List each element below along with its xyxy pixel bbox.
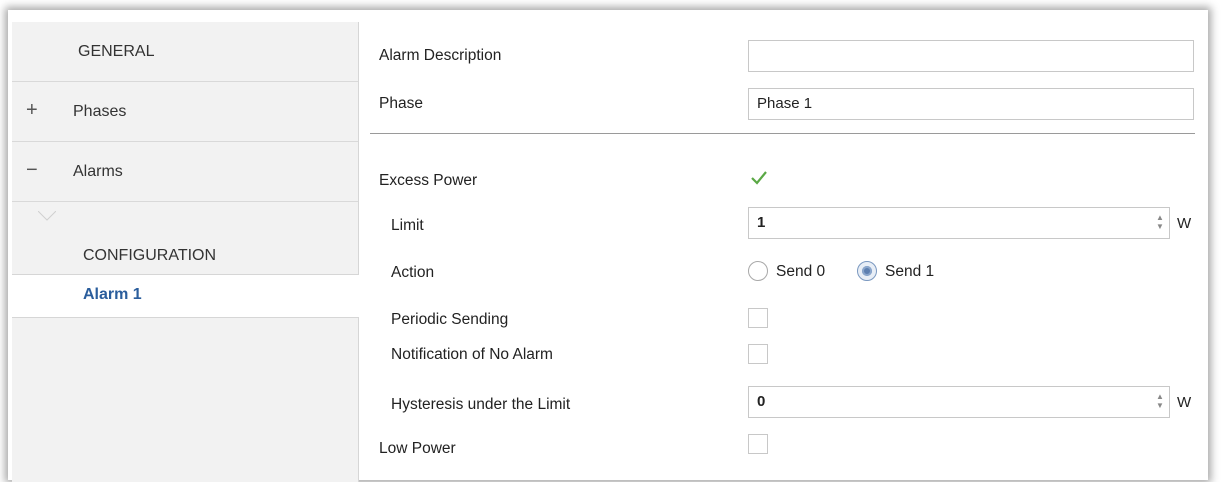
hysteresis-unit: W — [1177, 394, 1192, 411]
radio-send-0[interactable] — [748, 261, 768, 281]
action-label: Action — [391, 264, 435, 281]
limit-unit: W — [1177, 215, 1192, 232]
low-power-checkbox[interactable] — [748, 434, 768, 454]
spinner-arrows-icon[interactable]: ▲ ▼ — [1155, 392, 1165, 412]
hysteresis-value: 0 — [757, 393, 766, 410]
notification-no-alarm-label: Notification of No Alarm — [391, 346, 553, 363]
limit-value: 1 — [757, 214, 766, 231]
limit-input[interactable]: 1 ▲ ▼ — [748, 207, 1170, 239]
hysteresis-input[interactable]: 0 ▲ ▼ — [748, 386, 1170, 418]
settings-panel: Alarm Description Phase Phase 1 Excess P… — [0, 0, 1229, 469]
radio-send-0-label: Send 0 — [776, 263, 826, 280]
hysteresis-label: Hysteresis under the Limit — [391, 396, 571, 413]
periodic-sending-checkbox[interactable] — [748, 308, 768, 328]
limit-label: Limit — [391, 217, 424, 234]
periodic-sending-label: Periodic Sending — [391, 311, 509, 328]
radio-send-1[interactable] — [857, 261, 877, 281]
excess-power-label: Excess Power — [379, 172, 478, 189]
phase-input[interactable]: Phase 1 — [748, 88, 1194, 120]
divider — [370, 133, 1195, 134]
phase-label: Phase — [379, 95, 423, 112]
alarm-description-label: Alarm Description — [379, 47, 502, 64]
notification-no-alarm-checkbox[interactable] — [748, 344, 768, 364]
excess-power-checkmark-icon[interactable] — [750, 169, 768, 187]
spinner-arrows-icon[interactable]: ▲ ▼ — [1155, 213, 1165, 233]
low-power-label: Low Power — [379, 440, 456, 457]
radio-send-1-label: Send 1 — [885, 263, 935, 280]
alarm-description-input[interactable] — [748, 40, 1194, 72]
